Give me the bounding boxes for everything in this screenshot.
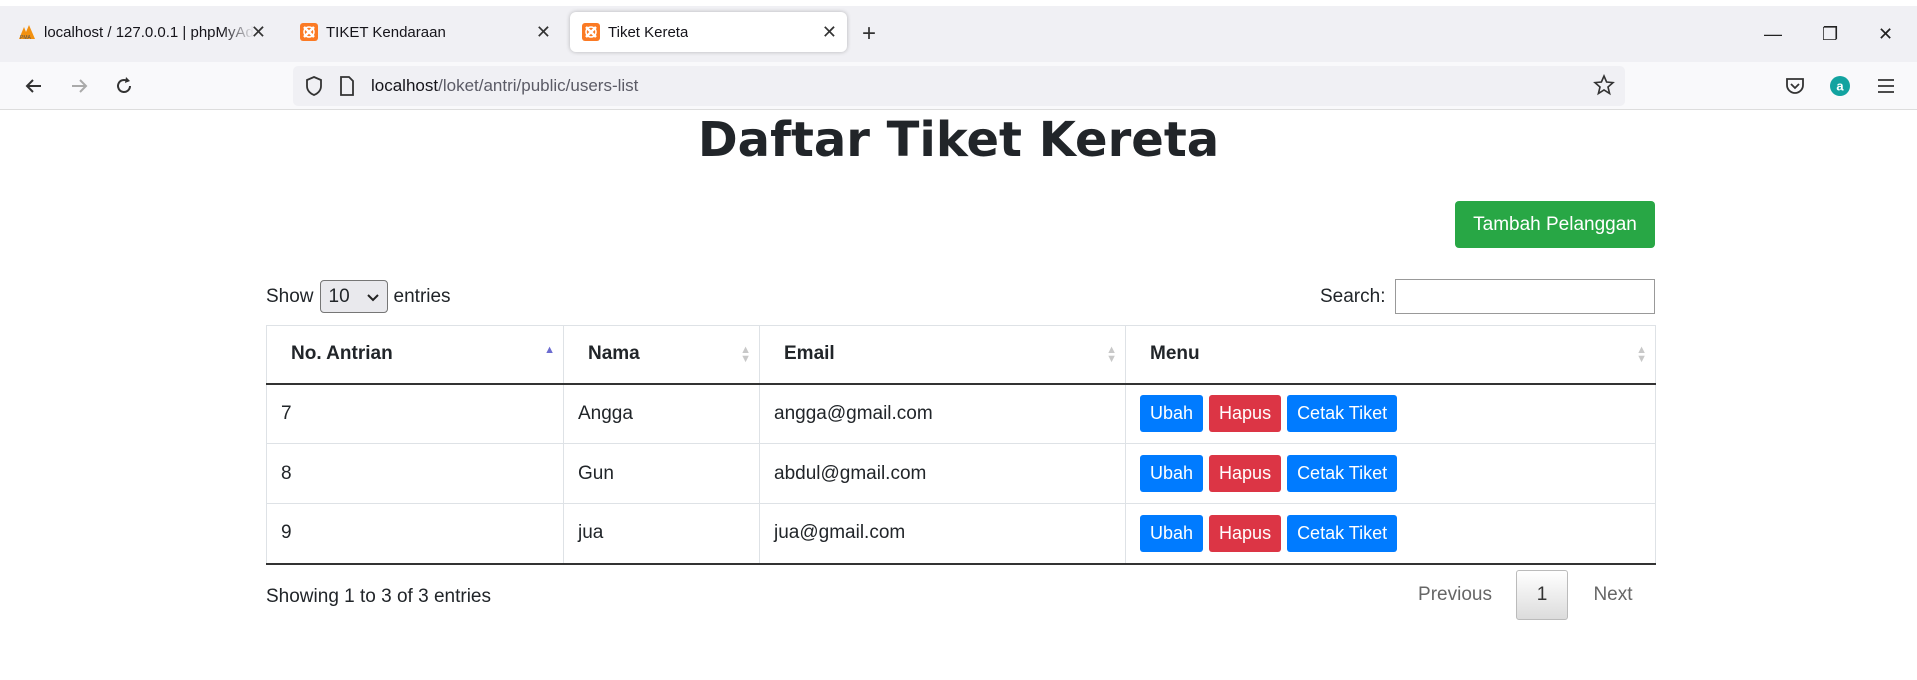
forward-icon[interactable] <box>65 72 93 100</box>
pagination-page-1[interactable]: 1 <box>1516 570 1568 620</box>
xampp-icon <box>582 23 600 41</box>
print-ticket-button[interactable]: Cetak Tiket <box>1287 395 1398 433</box>
column-header-no-antrian[interactable]: No. Antrian ▲ <box>266 325 564 385</box>
cell-email: abdul@gmail.com <box>759 443 1126 504</box>
sort-icon: ▲ ▼ <box>1106 344 1117 365</box>
pagination-next[interactable]: Next <box>1578 570 1648 620</box>
table-row: 9 jua jua@gmail.com Ubah Hapus Cetak Tik… <box>266 503 1656 565</box>
cell-no-antrian: 8 <box>266 443 564 504</box>
cell-menu: Ubah Hapus Cetak Tiket <box>1125 443 1656 504</box>
entries-label: entries <box>393 285 451 307</box>
new-tab-icon[interactable]: + <box>862 22 876 46</box>
svg-text:PMA: PMA <box>20 35 32 40</box>
entries-length-control: Show 10 entries <box>266 280 451 313</box>
navigation-bar: localhost/loket/antri/public/users-list … <box>0 62 1917 110</box>
table-info: Showing 1 to 3 of 3 entries <box>266 586 491 607</box>
address-bar[interactable]: localhost/loket/antri/public/users-list <box>293 66 1625 106</box>
edit-button[interactable]: Ubah <box>1140 455 1204 492</box>
cell-email: jua@gmail.com <box>759 503 1126 565</box>
close-icon[interactable]: ✕ <box>251 22 266 43</box>
url-text[interactable]: localhost/loket/antri/public/users-list <box>371 76 638 96</box>
search-input[interactable] <box>1395 279 1656 314</box>
back-icon[interactable] <box>20 72 48 100</box>
cell-nama: Gun <box>563 443 760 504</box>
edit-button[interactable]: Ubah <box>1140 514 1204 552</box>
tab-strip: PMA localhost / 127.0.0.1 | phpMyAdmin ✕… <box>0 6 1917 62</box>
cell-no-antrian: 7 <box>266 383 564 444</box>
entries-select-value: 10 <box>328 285 350 307</box>
delete-button[interactable]: Hapus <box>1209 455 1282 492</box>
svg-text:a: a <box>1836 79 1844 94</box>
tab-title: Tiket Kereta <box>608 23 689 41</box>
restore-icon[interactable]: ❐ <box>1822 24 1838 45</box>
cell-no-antrian: 9 <box>266 503 564 565</box>
menu-icon[interactable] <box>1872 72 1900 100</box>
column-header-email[interactable]: Email ▲ ▼ <box>759 325 1126 385</box>
cell-nama: Angga <box>563 383 760 444</box>
sort-icon: ▲ ▼ <box>740 344 751 365</box>
close-icon[interactable]: ✕ <box>536 22 551 43</box>
print-ticket-button[interactable]: Cetak Tiket <box>1287 455 1398 492</box>
cell-nama: jua <box>563 503 760 565</box>
phpmyadmin-icon: PMA <box>18 23 36 41</box>
bookmark-star-icon[interactable] <box>1593 73 1615 101</box>
tab-title: TIKET Kendaraan <box>326 23 446 41</box>
page-icon[interactable] <box>339 76 355 101</box>
sort-ascending-icon: ▲ <box>544 344 555 356</box>
search-control: Search: <box>1320 279 1656 314</box>
cell-email: angga@gmail.com <box>759 383 1126 444</box>
sort-icon: ▲ ▼ <box>1636 344 1647 365</box>
entries-select[interactable]: 10 <box>319 280 388 313</box>
add-customer-button[interactable]: Tambah Pelanggan <box>1455 201 1655 248</box>
chevron-down-icon <box>366 286 379 308</box>
tickets-table: No. Antrian ▲ Nama ▲ ▼ Email ▲ ▼ Menu ▲ ▼ 7… <box>266 325 1656 565</box>
delete-button[interactable]: Hapus <box>1209 395 1282 433</box>
tab-tiket-kereta[interactable]: Tiket Kereta ✕ <box>570 12 847 52</box>
table-header-row: No. Antrian ▲ Nama ▲ ▼ Email ▲ ▼ Menu ▲ ▼ <box>266 325 1656 385</box>
print-ticket-button[interactable]: Cetak Tiket <box>1287 514 1398 552</box>
tab-phpmyadmin[interactable]: PMA localhost / 127.0.0.1 | phpMyAdmin ✕ <box>6 12 276 52</box>
column-header-menu[interactable]: Menu ▲ ▼ <box>1125 325 1656 385</box>
pocket-icon[interactable] <box>1781 72 1809 100</box>
column-header-nama[interactable]: Nama ▲ ▼ <box>563 325 760 385</box>
window-close-icon[interactable]: ✕ <box>1878 24 1893 45</box>
delete-button[interactable]: Hapus <box>1209 514 1282 552</box>
search-label: Search: <box>1320 285 1386 307</box>
page-title: Daftar Tiket Kereta <box>697 112 1220 168</box>
table-row: 8 Gun abdul@gmail.com Ubah Hapus Cetak T… <box>266 443 1656 504</box>
cell-menu: Ubah Hapus Cetak Tiket <box>1125 503 1656 565</box>
pagination-previous[interactable]: Previous <box>1400 570 1510 620</box>
xampp-icon <box>300 23 318 41</box>
cell-menu: Ubah Hapus Cetak Tiket <box>1125 383 1656 444</box>
tab-tiket-kendaraan[interactable]: TIKET Kendaraan ✕ <box>288 12 561 52</box>
shield-icon[interactable] <box>305 76 323 101</box>
show-label: Show <box>266 285 314 307</box>
account-avatar-icon[interactable]: a <box>1826 72 1854 100</box>
table-row: 7 Angga angga@gmail.com Ubah Hapus Cetak… <box>266 383 1656 444</box>
tab-title: localhost / 127.0.0.1 | phpMyAdmin <box>44 23 254 41</box>
edit-button[interactable]: Ubah <box>1140 395 1204 433</box>
close-icon[interactable]: ✕ <box>822 22 837 43</box>
minimize-icon[interactable]: — <box>1764 24 1782 45</box>
reload-icon[interactable] <box>110 72 138 100</box>
